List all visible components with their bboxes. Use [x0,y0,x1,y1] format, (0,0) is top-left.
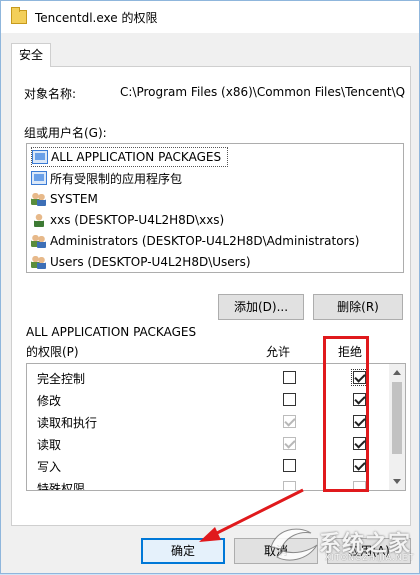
permission-row-read: 读取 [27,433,387,455]
allow-checkbox[interactable] [283,393,296,406]
user-icon [31,213,47,227]
permission-name: 修改 [37,394,62,408]
add-button[interactable]: 添加(D)... [218,294,304,320]
watermark-url: XITONGZHIJIA.NET [325,553,415,562]
watermark-logo-icon [270,528,318,561]
deny-checkbox[interactable] [353,459,366,472]
list-item-label: Users (DESKTOP-U4L2H8D\Users) [50,255,251,269]
permission-row-write: 写入 [27,455,387,477]
permissions-of-label: 的权限(P) [26,345,79,359]
list-item-label: ALL APPLICATION PACKAGES [51,150,222,164]
tab-security[interactable]: 安全 [11,43,51,67]
list-item-label: SYSTEM [50,192,98,206]
list-item-all-application-packages[interactable]: ALL APPLICATION PACKAGES [31,147,229,167]
deny-checkbox[interactable] [353,415,366,428]
title-bar: Tencentdl.exe 的权限 [1,1,419,33]
object-name-value: C:\Program Files (x86)\Common Files\Tenc… [120,85,406,99]
permission-row-full-control: 完全控制 [27,367,387,389]
allow-checkbox[interactable] [283,415,296,428]
package-icon [31,171,47,185]
window-title: Tencentdl.exe 的权限 [35,10,158,25]
deny-checkbox[interactable] [353,393,366,406]
permissions-dialog: Tencentdl.exe 的权限 安全 对象名称: C:\Program Fi… [0,0,420,574]
list-item-users[interactable]: Users (DESKTOP-U4L2H8D\Users) [31,252,251,272]
list-item-restricted-packages[interactable]: 所有受限制的应用程序包 [31,168,182,188]
allow-column-header: 允许 [266,345,291,359]
deny-column-header: 拒绝 [338,345,363,359]
permissions-list: 完全控制 修改 读取和执行 读取 写入 特殊权限 [26,363,406,491]
deny-checkbox[interactable] [351,369,368,386]
allow-checkbox[interactable] [283,437,296,450]
users-list[interactable]: ALL APPLICATION PACKAGES 所有受限制的应用程序包 SYS… [26,143,404,273]
folder-icon [11,7,27,24]
deny-checkbox[interactable] [353,481,366,490]
permissions-scrollbar[interactable] [389,364,405,490]
scroll-down-arrow-icon[interactable] [393,479,401,484]
object-name-label: 对象名称: [24,87,77,101]
scroll-up-arrow-icon[interactable] [393,370,401,375]
permission-name: 读取和执行 [37,416,98,430]
package-icon [32,150,48,164]
list-item-label: xxs (DESKTOP-U4L2H8D\xxs) [50,213,225,227]
group-icon [31,255,47,269]
permission-name: 写入 [37,460,62,474]
list-item-administrators[interactable]: Administrators (DESKTOP-U4L2H8D\Administ… [31,231,359,251]
list-item-label: 所有受限制的应用程序包 [50,171,183,186]
permission-name: 读取 [37,438,62,452]
scroll-thumb[interactable] [392,382,402,454]
security-panel: 对象名称: C:\Program Files (x86)\Common File… [11,66,411,526]
permissions-for-label: ALL APPLICATION PACKAGES [26,325,197,339]
permission-row-modify: 修改 [27,389,387,411]
group-icon [31,234,47,248]
groups-label: 组或用户名(G): [24,126,107,140]
deny-checkbox[interactable] [353,437,366,450]
list-item-system[interactable]: SYSTEM [31,189,98,209]
permission-name: 完全控制 [37,372,86,386]
allow-checkbox[interactable] [283,481,296,490]
group-icon [31,192,47,206]
ok-button[interactable]: 确定 [141,538,225,564]
allow-checkbox[interactable] [283,371,296,384]
allow-checkbox[interactable] [283,459,296,472]
permission-name: 特殊权限 [37,482,86,491]
list-item-label: Administrators (DESKTOP-U4L2H8D\Administ… [50,234,360,248]
permission-row-special: 特殊权限 [27,477,387,491]
list-item-xxs[interactable]: xxs (DESKTOP-U4L2H8D\xxs) [31,210,224,230]
permission-row-read-execute: 读取和执行 [27,411,387,433]
remove-button[interactable]: 删除(R) [313,294,403,320]
